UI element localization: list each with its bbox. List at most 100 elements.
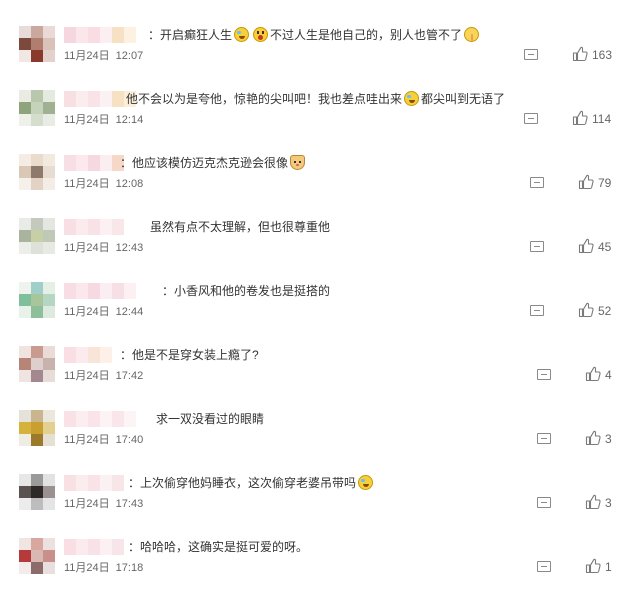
comment-item: 求一双没看过的眼睛 11月24日 17:40 3 xyxy=(0,406,630,470)
comment-date: 11月24日 xyxy=(64,242,110,254)
avatar[interactable] xyxy=(19,26,55,62)
comment-date: 11月24日 xyxy=(64,50,110,62)
thumbs-up-icon[interactable] xyxy=(572,46,588,62)
cat-face-icon xyxy=(290,155,306,170)
reply-icon[interactable] xyxy=(537,369,551,380)
comment-item: ：开启癫狂人生 不过人生是他自己的，别人也管不了 11月24日 12:07 163 xyxy=(0,22,630,86)
comment-text: ：小香风和他的卷发也是挺搭的 xyxy=(162,283,330,299)
comment-meta: 11月24日 17:42 xyxy=(64,369,143,383)
laugh-cry-icon xyxy=(234,27,250,42)
thumbs-up-icon[interactable] xyxy=(572,110,588,126)
like-count: 1 xyxy=(605,560,612,574)
comment-meta: 11月24日 12:43 xyxy=(64,241,143,255)
thumbs-up-icon[interactable] xyxy=(585,366,601,382)
comment-text-part: ：开启癫狂人生 xyxy=(148,28,233,42)
comment-text-part: 虽然有点不太理解，但也很尊重他 xyxy=(150,220,331,234)
reply-icon[interactable] xyxy=(524,113,538,124)
comment-item: ：哈哈哈，这确实是挺可爱的呀。 11月24日 17:18 1 xyxy=(0,534,630,598)
comment-date: 11月24日 xyxy=(64,306,110,318)
reply-icon[interactable] xyxy=(530,305,544,316)
avatar[interactable] xyxy=(19,90,55,126)
comment-date: 11月24日 xyxy=(64,498,110,510)
like-count: 79 xyxy=(598,176,612,190)
comment-time: 12:44 xyxy=(115,306,144,318)
username-blurred[interactable] xyxy=(64,219,124,235)
thumbs-up-icon[interactable] xyxy=(578,174,594,190)
comment-time: 12:07 xyxy=(115,50,144,62)
avatar[interactable] xyxy=(19,538,55,574)
comment-text: 他不会以为是夸他，惊艳的尖叫吧！我也差点哇出来 都尖叫到无语了 xyxy=(126,91,505,107)
comment-time: 17:40 xyxy=(115,434,144,446)
comment-date: 11月24日 xyxy=(64,562,110,574)
comment-text-part: 他不会以为是夸他，惊艳的尖叫吧！我也差点哇出来 xyxy=(126,92,403,106)
thumbs-up-icon[interactable] xyxy=(585,558,601,574)
reply-icon[interactable] xyxy=(530,241,544,252)
reply-icon[interactable] xyxy=(537,433,551,444)
avatar[interactable] xyxy=(19,282,55,318)
comment-text: ：上次偷穿他妈睡衣，这次偷穿老婆吊带吗 xyxy=(128,475,375,491)
comment-text-part: ：他应该模仿迈克杰克逊会很像 xyxy=(120,156,289,170)
comment-text-part: ：哈哈哈，这确实是挺可爱的呀。 xyxy=(128,540,309,554)
comment-meta: 11月24日 12:44 xyxy=(64,305,143,319)
thumbs-up-icon[interactable] xyxy=(578,302,594,318)
username-blurred[interactable] xyxy=(64,155,124,171)
reply-icon[interactable] xyxy=(537,561,551,572)
like-count: 4 xyxy=(605,368,612,382)
comment-text: 求一双没看过的眼睛 xyxy=(156,411,264,427)
username-blurred[interactable] xyxy=(64,347,112,363)
avatar[interactable] xyxy=(19,410,55,446)
comment-time: 17:42 xyxy=(115,370,144,382)
comment-date: 11月24日 xyxy=(64,178,110,190)
laugh-cry-icon xyxy=(358,475,374,490)
username-blurred[interactable] xyxy=(64,475,124,491)
comment-text-part: 都尖叫到无语了 xyxy=(421,92,506,106)
comment-text: ：他应该模仿迈克杰克逊会很像 xyxy=(120,155,307,171)
username-blurred[interactable] xyxy=(64,283,136,299)
like-count: 52 xyxy=(598,304,612,318)
comment-text-part: 求一双没看过的眼睛 xyxy=(156,412,265,426)
comment-time: 12:08 xyxy=(115,178,144,190)
thumbs-up-icon[interactable] xyxy=(585,494,601,510)
like-count: 163 xyxy=(592,48,613,62)
like-count: 45 xyxy=(598,240,612,254)
comment-item: 他不会以为是夸他，惊艳的尖叫吧！我也差点哇出来 都尖叫到无语了 11月24日 12:1… xyxy=(0,86,630,150)
comment-text: ：哈哈哈，这确实是挺可爱的呀。 xyxy=(128,539,308,555)
comment-text: ：开启癫狂人生 不过人生是他自己的，别人也管不了 xyxy=(148,27,481,43)
comment-text-part: ：小香风和他的卷发也是挺搭的 xyxy=(162,284,331,298)
comment-item: ：小香风和他的卷发也是挺搭的 11月24日 12:44 52 xyxy=(0,278,630,342)
comment-meta: 11月24日 17:40 xyxy=(64,433,143,447)
comment-date: 11月24日 xyxy=(64,434,110,446)
laugh-cry-icon xyxy=(404,91,420,106)
comment-time: 17:18 xyxy=(115,562,144,574)
like-count: 3 xyxy=(605,432,612,446)
comment-text: ：他是不是穿女装上瘾了? xyxy=(120,347,259,363)
username-blurred[interactable] xyxy=(64,539,124,555)
shocked-face-icon xyxy=(253,27,269,42)
comment-time: 12:14 xyxy=(115,114,144,126)
username-blurred[interactable] xyxy=(64,27,136,43)
comment-item: ：上次偷穿他妈睡衣，这次偷穿老婆吊带吗 11月24日 17:43 3 xyxy=(0,470,630,534)
avatar[interactable] xyxy=(19,218,55,254)
thumbs-up-icon[interactable] xyxy=(585,430,601,446)
comment-text: 虽然有点不太理解，但也很尊重他 xyxy=(150,219,330,235)
username-blurred[interactable] xyxy=(64,411,136,427)
reply-icon[interactable] xyxy=(537,497,551,508)
comment-text-part: ：他是不是穿女装上瘾了? xyxy=(120,348,259,362)
avatar[interactable] xyxy=(19,154,55,190)
comment-item: ：他应该模仿迈克杰克逊会很像 11月24日 12:08 79 xyxy=(0,150,630,214)
like-count: 114 xyxy=(592,112,612,126)
shushing-face-icon xyxy=(464,27,480,42)
comment-item: 虽然有点不太理解，但也很尊重他 11月24日 12:43 45 xyxy=(0,214,630,278)
reply-icon[interactable] xyxy=(524,49,538,60)
avatar[interactable] xyxy=(19,346,55,382)
thumbs-up-icon[interactable] xyxy=(578,238,594,254)
comment-meta: 11月24日 12:08 xyxy=(64,177,143,191)
avatar[interactable] xyxy=(19,474,55,510)
comment-item: ：他是不是穿女装上瘾了? 11月24日 17:42 4 xyxy=(0,342,630,406)
reply-icon[interactable] xyxy=(530,177,544,188)
comment-text-part: 不过人生是他自己的，别人也管不了 xyxy=(270,28,463,42)
comment-date: 11月24日 xyxy=(64,370,110,382)
comment-text-part: ：上次偷穿他妈睡衣，这次偷穿老婆吊带吗 xyxy=(128,476,357,490)
comment-meta: 11月24日 12:07 xyxy=(64,49,143,63)
like-count: 3 xyxy=(605,496,612,510)
